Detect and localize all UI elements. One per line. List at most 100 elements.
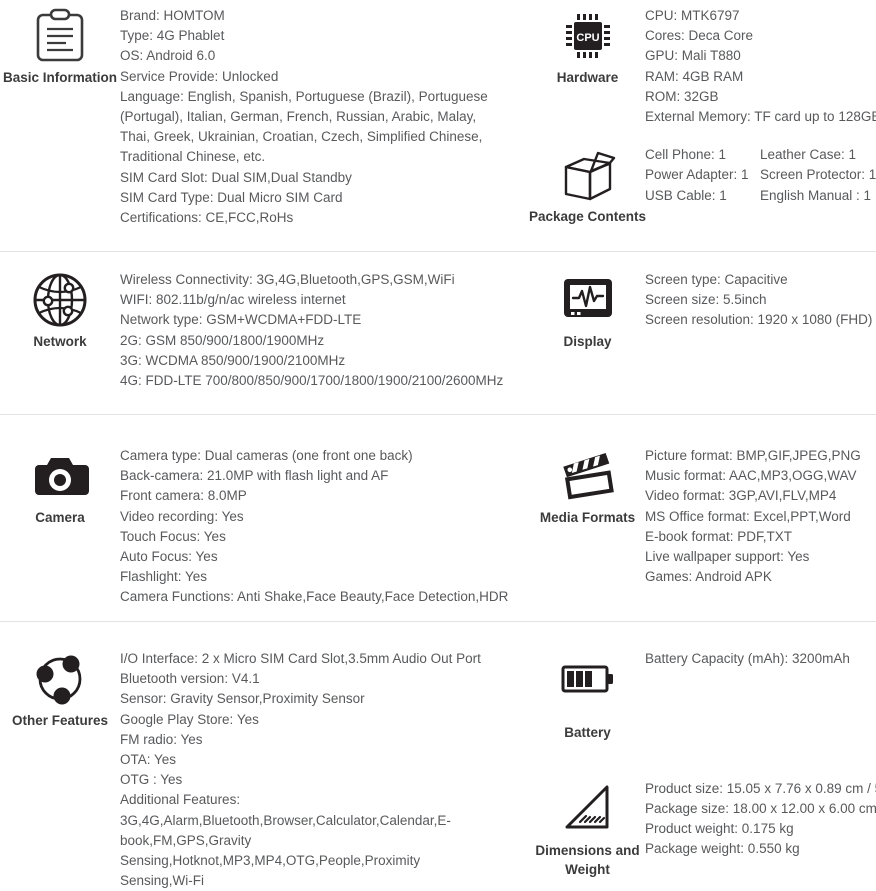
spec-line: Touch Focus: Yes xyxy=(120,528,226,544)
spec-line: 2G: GSM 850/900/1800/1900MHz xyxy=(120,332,325,348)
icon-column-camera: Camera xyxy=(0,440,120,528)
icon-column-media-formats: Media Formats xyxy=(530,440,645,528)
spec-list-dimensions-and-weight: Product size: 15.05 x 7.76 x 0.89 cm / 5… xyxy=(645,773,876,860)
spec-line: Screen type: Capacitive xyxy=(645,272,788,287)
open-box-icon xyxy=(558,145,618,205)
spec-line: Service Provide: Unlocked xyxy=(120,68,279,84)
section-label-other-features: Other Features xyxy=(11,713,109,728)
spec-line: I/O Interface: 2 x Micro SIM Card Slot,3… xyxy=(120,651,481,666)
spec-line: Screen resolution: 1920 x 1080 (FHD) xyxy=(645,312,873,328)
spec-list-display: Screen type: Capacitive Screen size: 5.5… xyxy=(645,264,876,331)
spec-line: Type: 4G Phablet xyxy=(120,28,225,44)
section-label-battery: Battery xyxy=(564,725,611,740)
block-dimensions-and-weight: Dimensions and Weight Product size: 15.0… xyxy=(530,773,876,880)
spec-line: CPU: MTK6797 xyxy=(645,8,740,23)
icon-column-network: Network xyxy=(0,264,120,352)
spec-line: Screen Protector: 1 xyxy=(760,167,876,183)
spec-line: Network type: GSM+WCDMA+FDD-LTE xyxy=(120,312,362,328)
spec-line: Google Play Store: Yes xyxy=(120,711,259,727)
icon-column-basic-information: Basic Information xyxy=(0,0,120,88)
icon-column-display: Display xyxy=(530,264,645,352)
section-network: Network Wireless Connectivity: 3G,4G,Blu… xyxy=(0,252,876,415)
spec-line: Product weight: 0.175 kg xyxy=(645,820,794,836)
spec-line: Games: Android APK xyxy=(645,569,772,585)
icon-column-battery: Battery xyxy=(530,643,645,743)
spec-list-media-formats: Picture format: BMP,GIF,JPEG,PNG Music f… xyxy=(645,440,876,587)
block-network: Network Wireless Connectivity: 3G,4G,Blu… xyxy=(0,264,530,391)
section-label-media-formats: Media Formats xyxy=(539,510,636,525)
spec-list-basic-information: Brand: HOMTOM Type: 4G Phablet OS: Andro… xyxy=(120,0,530,228)
spec-line: OTG : Yes xyxy=(120,772,183,788)
svg-text:CPU: CPU xyxy=(576,32,599,44)
spec-list-battery: Battery Capacity (mAh): 3200mAh xyxy=(645,643,850,669)
spec-line: 4G: FDD-LTE 700/800/850/900/1700/1800/19… xyxy=(120,373,504,389)
spec-line: Power Adapter: 1 xyxy=(645,167,749,183)
clapperboard-icon xyxy=(558,446,618,506)
globe-icon xyxy=(30,270,90,330)
spec-line: Camera Functions: Anti Shake,Face Beauty… xyxy=(120,589,509,605)
spec-line: Live wallpaper support: Yes xyxy=(645,549,810,565)
spec-line: SIM Card Slot: Dual SIM,Dual Standby xyxy=(120,169,352,185)
spec-line: Video recording: Yes xyxy=(120,508,244,524)
spec-line: MS Office format: Excel,PPT,Word xyxy=(645,508,851,524)
section-basic-information: Basic Information Brand: HOMTOM Type: 4G… xyxy=(0,0,876,252)
spec-line: 3G: WCDMA 850/900/1900/2100MHz xyxy=(120,352,346,368)
spec-line: OS: Android 6.0 xyxy=(120,48,216,64)
block-basic-information: Basic Information Brand: HOMTOM Type: 4G… xyxy=(0,0,530,228)
spec-line: ROM: 32GB xyxy=(645,88,719,104)
spec-line: Bluetooth version: V4.1 xyxy=(120,671,260,687)
spec-line: 3G,4G,Alarm,Bluetooth,Browser,Calculator… xyxy=(120,812,451,889)
share-nodes-icon xyxy=(30,649,90,709)
spec-list-network: Wireless Connectivity: 3G,4G,Bluetooth,G… xyxy=(120,264,530,391)
spec-list-other-features: I/O Interface: 2 x Micro SIM Card Slot,3… xyxy=(120,643,530,891)
battery-icon xyxy=(558,649,618,709)
spec-line: Screen size: 5.5inch xyxy=(645,292,767,308)
spec-list-camera: Camera type: Dual cameras (one front one… xyxy=(120,440,530,608)
section-camera: Camera Camera type: Dual cameras (one fr… xyxy=(0,415,876,622)
block-battery: Battery Battery Capacity (mAh): 3200mAh xyxy=(530,643,850,743)
spec-line: GPU: Mali T880 xyxy=(645,48,741,64)
block-display: Display Screen type: Capacitive Screen s… xyxy=(530,264,876,352)
right-column-row-4: Battery Battery Capacity (mAh): 3200mAh xyxy=(530,643,876,880)
section-label-basic-information: Basic Information xyxy=(2,70,118,85)
block-media-formats: Media Formats Picture format: BMP,GIF,JP… xyxy=(530,440,876,587)
spec-line: Back-camera: 21.0MP with flash light and… xyxy=(120,468,389,484)
section-label-camera: Camera xyxy=(35,510,85,525)
spec-line: Package size: 18.00 x 12.00 x 6.00 cm xyxy=(645,800,876,816)
spec-line: Package weight: 0.550 kg xyxy=(645,841,800,857)
icon-column-hardware: CPU Hardware xyxy=(530,0,645,88)
spec-line: External Memory: TF card up to 128GB xyxy=(645,109,876,125)
spec-line: Cores: Deca Core xyxy=(645,28,754,44)
camera-icon xyxy=(30,446,90,506)
spec-line: Brand: HOMTOM xyxy=(120,8,225,23)
clipboard-icon xyxy=(30,6,90,66)
icon-column-other-features: Other Features xyxy=(0,643,120,731)
spec-line: Video format: 3GP,AVI,FLV,MP4 xyxy=(645,488,837,504)
spec-line: Flashlight: Yes xyxy=(120,569,208,585)
ruler-triangle-icon xyxy=(558,779,618,839)
block-hardware: CPU Hardware CPU: MTK6797 Cores: Deca Co… xyxy=(530,0,876,127)
block-package-contents: Package Contents Cell Phone: 1 Leather C… xyxy=(528,139,876,227)
section-label-hardware: Hardware xyxy=(556,70,619,85)
section-label-package-contents: Package Contents xyxy=(528,209,647,225)
spec-line: Sensor: Gravity Sensor,Proximity Sensor xyxy=(120,691,365,707)
block-camera: Camera Camera type: Dual cameras (one fr… xyxy=(0,440,530,608)
spec-line: SIM Card Type: Dual Micro SIM Card xyxy=(120,189,343,205)
spec-line: Cell Phone: 1 xyxy=(645,147,727,163)
section-other-features: Other Features I/O Interface: 2 x Micro … xyxy=(0,622,876,891)
section-label-dimensions-and-weight: Dimensions and Weight xyxy=(535,842,640,878)
icon-column-package-contents: Package Contents xyxy=(528,139,647,227)
spec-line: FM radio: Yes xyxy=(120,731,203,747)
spec-line: Front camera: 8.0MP xyxy=(120,488,247,504)
spec-line: Leather Case: 1 xyxy=(760,147,857,163)
spec-line: Battery Capacity (mAh): 3200mAh xyxy=(645,651,850,666)
spec-line: Language: English, Spanish, Portuguese (… xyxy=(120,88,488,165)
icon-column-dimensions-and-weight: Dimensions and Weight xyxy=(530,773,645,880)
block-other-features: Other Features I/O Interface: 2 x Micro … xyxy=(0,643,530,891)
section-label-display: Display xyxy=(563,334,612,349)
spec-line: USB Cable: 1 xyxy=(645,187,727,203)
right-column-row-1: CPU Hardware CPU: MTK6797 Cores: Deca Co… xyxy=(528,0,876,227)
spec-line: Camera type: Dual cameras (one front one… xyxy=(120,448,413,463)
spec-line: Picture format: BMP,GIF,JPEG,PNG xyxy=(645,448,861,463)
specification-sheet: Basic Information Brand: HOMTOM Type: 4G… xyxy=(0,0,876,891)
